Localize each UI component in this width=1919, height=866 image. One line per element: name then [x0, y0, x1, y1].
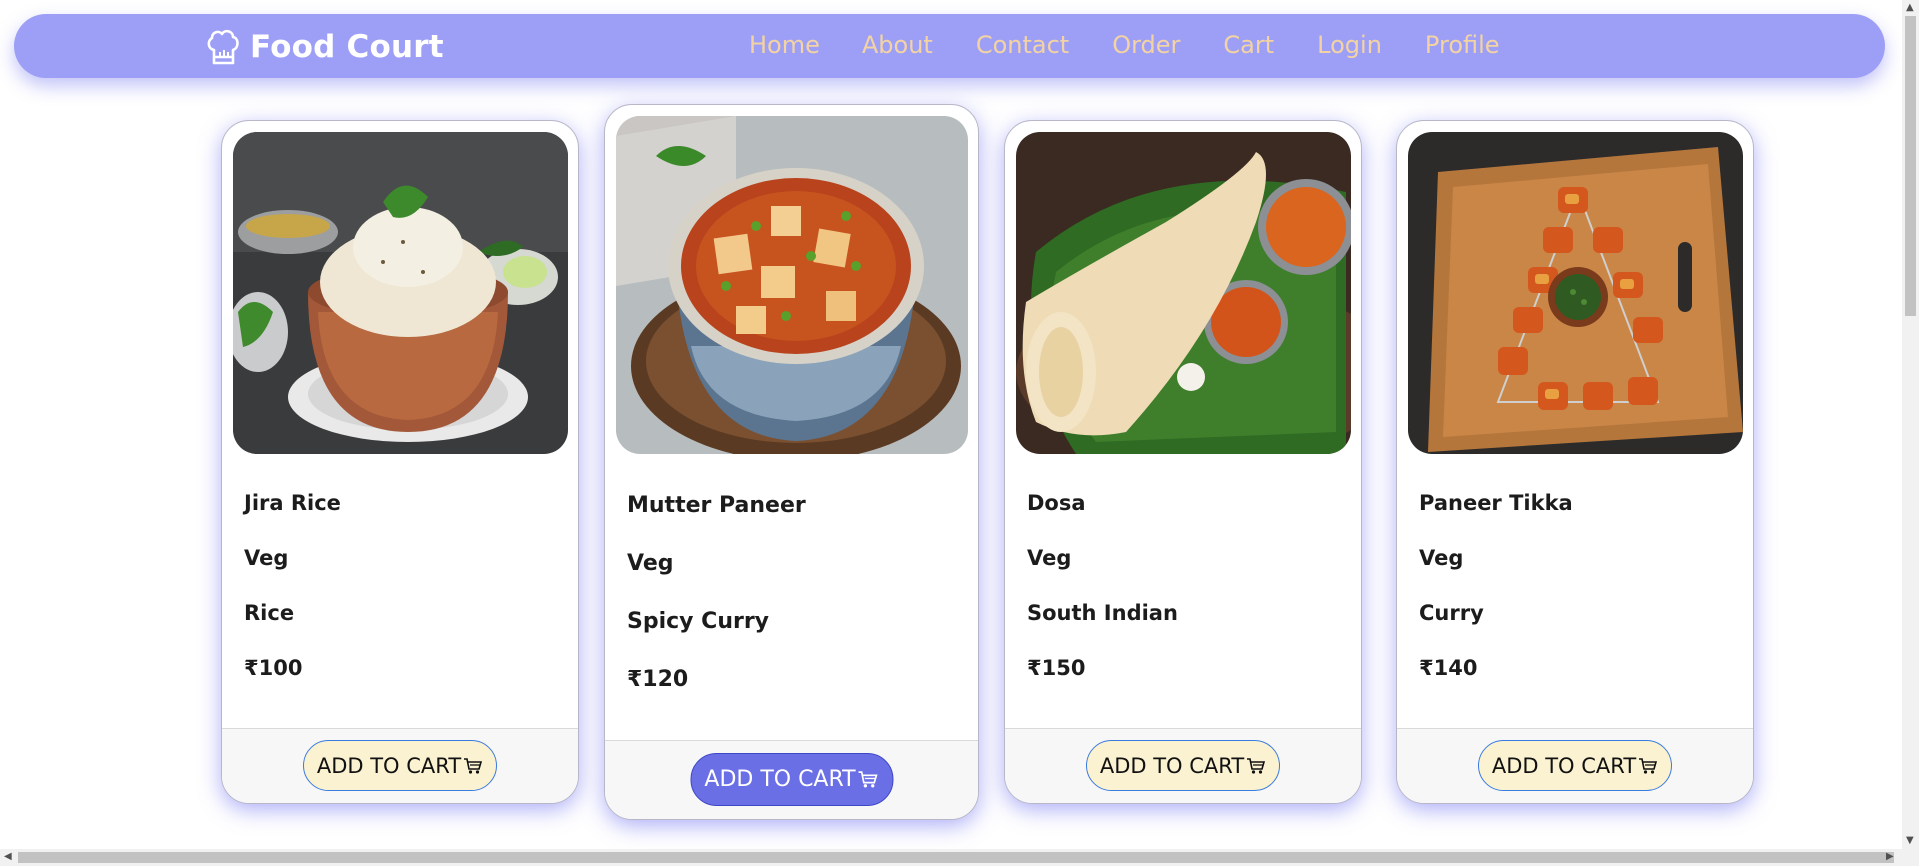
food-card: Mutter Paneer Veg Spicy Curry ₹120 ADD T… [604, 104, 979, 820]
food-card: Paneer Tikka Veg Curry ₹140 ADD TO CART [1396, 120, 1754, 804]
add-to-cart-button[interactable]: ADD TO CART [690, 753, 893, 806]
food-type: Veg [1419, 546, 1464, 570]
nav-links: Home About Contact Order Cart Login Prof… [749, 31, 1543, 59]
food-card: Jira Rice Veg Rice ₹100 ADD TO CART [221, 120, 579, 804]
cart-icon [858, 771, 878, 788]
food-category: Curry [1419, 601, 1484, 625]
food-price: ₹100 [244, 656, 303, 680]
cart-icon [1639, 757, 1658, 774]
food-name: Paneer Tikka [1419, 491, 1573, 515]
scroll-right-arrow-icon[interactable]: ▶ [1886, 852, 1894, 862]
navbar: Food Court Home About Contact Order Cart… [14, 14, 1885, 78]
card-footer: ADD TO CART [605, 740, 978, 819]
card-footer: ADD TO CART [1397, 728, 1753, 803]
vertical-scrollbar[interactable]: ▲ ▼ [1902, 0, 1919, 850]
vertical-scroll-thumb[interactable] [1905, 16, 1916, 316]
add-to-cart-button[interactable]: ADD TO CART [1086, 740, 1280, 791]
nav-link-login[interactable]: Login [1317, 31, 1382, 59]
food-name: Mutter Paneer [627, 493, 806, 518]
nav-link-order[interactable]: Order [1112, 31, 1180, 59]
food-category: Spicy Curry [627, 609, 770, 634]
brand-name: Food Court [250, 29, 444, 65]
brand[interactable]: Food Court [206, 28, 444, 66]
add-to-cart-button[interactable]: ADD TO CART [1478, 740, 1672, 791]
nav-link-contact[interactable]: Contact [976, 31, 1069, 59]
food-name: Jira Rice [244, 491, 341, 515]
food-type: Veg [627, 551, 674, 576]
nav-link-cart[interactable]: Cart [1223, 31, 1274, 59]
food-image [1016, 132, 1351, 454]
add-to-cart-label: ADD TO CART [704, 767, 856, 792]
card-footer: ADD TO CART [222, 728, 578, 803]
nav-link-home[interactable]: Home [749, 31, 820, 59]
food-category: Rice [244, 601, 295, 625]
nav-link-about[interactable]: About [862, 31, 933, 59]
food-type: Veg [1027, 546, 1072, 570]
cart-icon [1247, 757, 1266, 774]
chef-hat-icon [207, 29, 239, 65]
food-price: ₹140 [1419, 656, 1478, 680]
food-name: Dosa [1027, 491, 1086, 515]
add-to-cart-label: ADD TO CART [316, 753, 462, 778]
food-type: Veg [244, 546, 289, 570]
scroll-down-arrow-icon[interactable]: ▼ [1906, 836, 1914, 846]
add-to-cart-label: ADD TO CART [1099, 753, 1245, 778]
food-card: Dosa Veg South Indian ₹150 ADD TO CART [1004, 120, 1362, 804]
scroll-left-arrow-icon[interactable]: ◀ [4, 852, 12, 862]
add-to-cart-button[interactable]: ADD TO CART [303, 740, 497, 791]
food-image [233, 132, 568, 454]
scroll-up-arrow-icon[interactable]: ▲ [1906, 3, 1914, 13]
nav-link-profile[interactable]: Profile [1425, 31, 1500, 59]
cart-icon [464, 757, 483, 774]
food-price: ₹150 [1027, 656, 1086, 680]
food-category: South Indian [1027, 601, 1178, 625]
food-price: ₹120 [627, 667, 689, 692]
food-image [616, 116, 968, 454]
horizontal-scrollbar[interactable]: ◀ ▶ [0, 849, 1919, 866]
food-image [1408, 132, 1743, 454]
card-footer: ADD TO CART [1005, 728, 1361, 803]
add-to-cart-label: ADD TO CART [1491, 753, 1637, 778]
horizontal-scroll-thumb[interactable] [18, 852, 1894, 863]
